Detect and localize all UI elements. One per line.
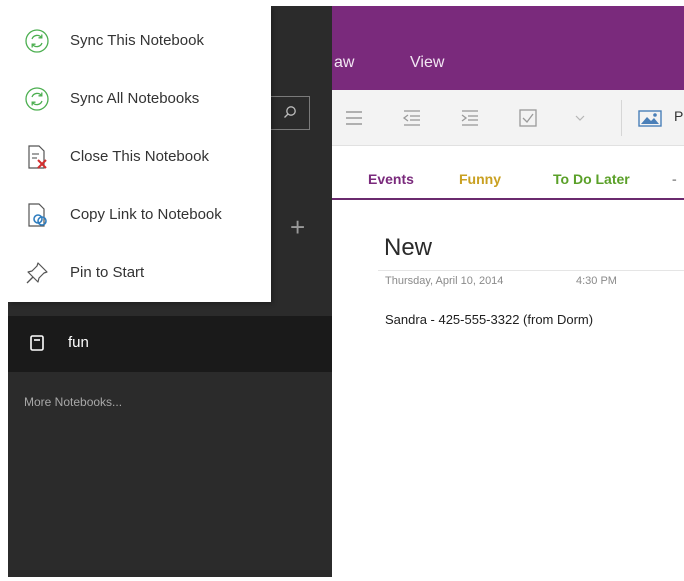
copy-link-icon bbox=[28, 203, 47, 227]
section-tabs: Events Funny To Do Later - bbox=[332, 146, 684, 200]
menu-item-label: Sync All Notebooks bbox=[70, 90, 200, 107]
sidebar-item-label: fun bbox=[68, 334, 89, 351]
add-icon[interactable]: + bbox=[290, 214, 305, 240]
tab-view[interactable]: View bbox=[410, 54, 444, 72]
ribbon-tab-bar bbox=[332, 6, 684, 90]
copy-link-to-notebook-item[interactable]: Copy Link to Notebook bbox=[8, 190, 271, 240]
tab-draw[interactable]: aw bbox=[334, 54, 354, 72]
sync-icon bbox=[25, 87, 49, 111]
picture-button-label[interactable]: P bbox=[674, 108, 683, 124]
pin-to-start-item[interactable]: Pin to Start bbox=[8, 248, 271, 298]
increase-indent-icon[interactable] bbox=[460, 109, 480, 127]
sync-icon bbox=[25, 29, 49, 53]
title-underline bbox=[378, 270, 684, 271]
sidebar-item-fun[interactable]: fun bbox=[8, 316, 332, 372]
menu-item-label: Pin to Start bbox=[70, 264, 145, 281]
notebook-context-menu: Sync This Notebook Sync All Notebooks Cl… bbox=[8, 6, 271, 302]
close-this-notebook-item[interactable]: Close This Notebook bbox=[8, 132, 271, 182]
menu-item-label: Copy Link to Notebook bbox=[70, 206, 222, 223]
notebook-icon bbox=[30, 335, 44, 351]
search-button[interactable] bbox=[270, 96, 310, 130]
tab-funny[interactable]: Funny bbox=[459, 171, 501, 187]
search-icon bbox=[284, 106, 296, 118]
pin-icon bbox=[26, 262, 48, 284]
decrease-indent-icon[interactable] bbox=[402, 109, 422, 127]
tab-to-do-later[interactable]: To Do Later bbox=[553, 171, 630, 187]
section-overflow-indicator: - bbox=[672, 171, 677, 187]
chevron-down-icon[interactable] bbox=[574, 109, 586, 127]
ribbon-toolbar: P bbox=[332, 90, 684, 146]
sync-this-notebook-item[interactable]: Sync This Notebook bbox=[8, 16, 271, 66]
more-notebooks-link[interactable]: More Notebooks... bbox=[24, 395, 122, 409]
menu-item-label: Close This Notebook bbox=[70, 148, 209, 165]
checkbox-tag-icon[interactable] bbox=[518, 109, 538, 127]
close-notebook-icon bbox=[28, 145, 47, 169]
page-time: 4:30 PM bbox=[576, 275, 617, 287]
tab-events[interactable]: Events bbox=[368, 171, 414, 187]
page-canvas[interactable]: New Thursday, April 10, 2014 4:30 PM San… bbox=[332, 202, 684, 577]
page-title[interactable]: New bbox=[384, 234, 432, 262]
onenote-window: aw View P + fun More Notebooks... Events… bbox=[8, 6, 684, 577]
numbered-list-icon[interactable] bbox=[344, 109, 364, 127]
note-text[interactable]: Sandra - 425-555-3322 (from Dorm) bbox=[385, 312, 593, 327]
menu-item-label: Sync This Notebook bbox=[70, 32, 204, 49]
sync-all-notebooks-item[interactable]: Sync All Notebooks bbox=[8, 74, 271, 124]
toolbar-divider bbox=[621, 100, 622, 136]
page-date: Thursday, April 10, 2014 bbox=[385, 275, 504, 287]
picture-icon[interactable] bbox=[638, 109, 662, 127]
